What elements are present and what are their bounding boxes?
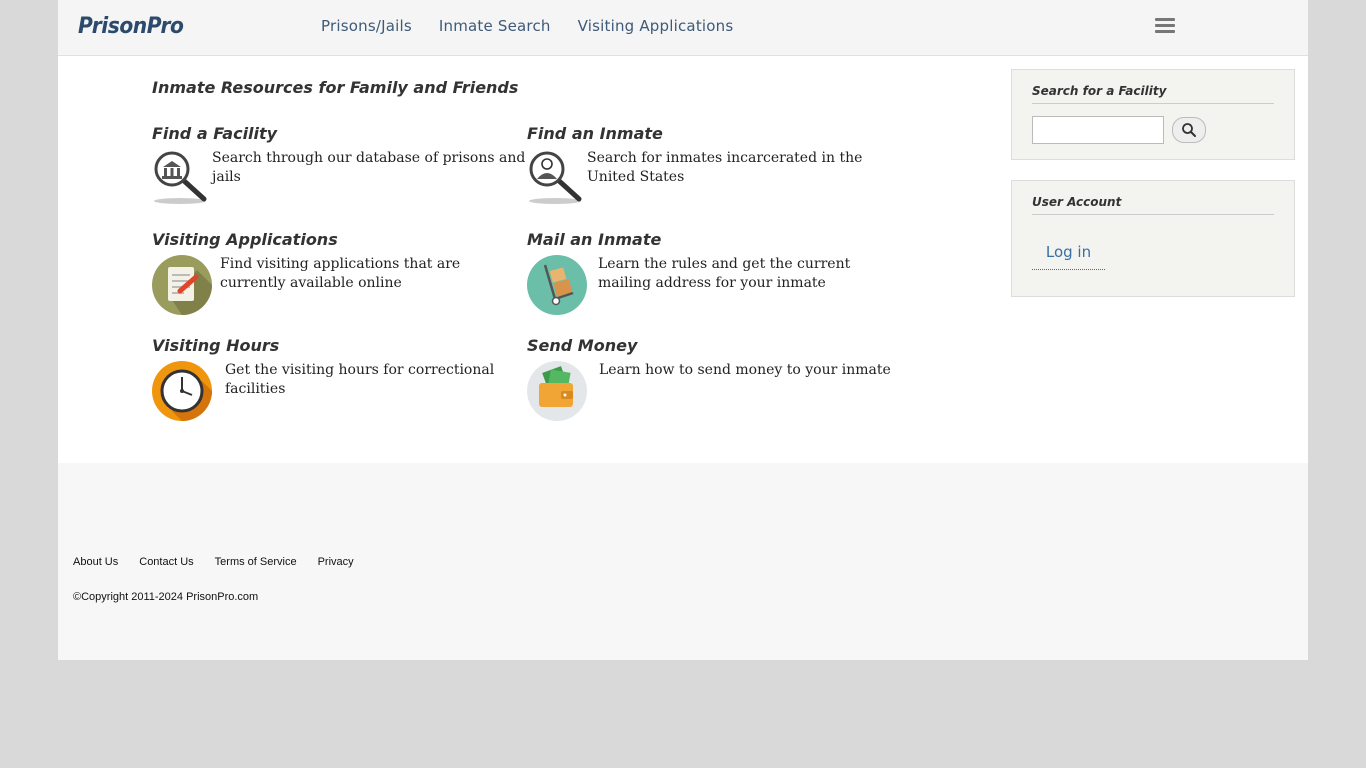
resource-desc: Learn the rules and get the current mail… (598, 256, 851, 291)
nav-inmate-search[interactable]: Inmate Search (439, 17, 551, 35)
site-logo[interactable]: PrisonPro (78, 14, 184, 39)
footer-contact-us[interactable]: Contact Us (139, 556, 193, 568)
account-panel-title: User Account (1032, 181, 1274, 215)
nav-visiting-applications[interactable]: Visiting Applications (578, 17, 734, 35)
search-icon (1182, 123, 1196, 137)
application-form-icon[interactable] (152, 255, 212, 315)
search-button[interactable] (1172, 117, 1206, 143)
page-container: PrisonPro Prisons/Jails Inmate Search Vi… (58, 0, 1308, 660)
copyright: ©Copyright 2011-2024 PrisonPro.com (73, 591, 259, 603)
inmate-magnifier-icon[interactable] (527, 149, 587, 209)
user-account-panel: User Account Log in (1011, 180, 1295, 297)
footer-about-us[interactable]: About Us (73, 556, 118, 568)
resource-title[interactable]: Find a Facility (152, 124, 527, 143)
facility-magnifier-icon[interactable] (152, 149, 212, 209)
resource-title[interactable]: Visiting Hours (152, 336, 527, 355)
footer-privacy[interactable]: Privacy (318, 556, 354, 568)
resource-visiting-applications: Visiting Applications Find visiting appl… (152, 230, 527, 315)
resource-title[interactable]: Find an Inmate (527, 124, 902, 143)
resource-desc: Search for inmates incarcerated in the U… (587, 150, 863, 185)
footer-links: About Us Contact Us Terms of Service Pri… (73, 556, 354, 568)
hamburger-menu-icon[interactable] (1155, 18, 1175, 34)
resource-send-money: Send Money Learn how to send money to yo… (527, 336, 902, 421)
nav-prisons-jails[interactable]: Prisons/Jails (321, 17, 412, 35)
wallet-money-icon[interactable] (527, 361, 587, 421)
resource-desc: Learn how to send money to your inmate (599, 362, 891, 378)
clock-icon[interactable] (152, 361, 212, 421)
resource-find-inmate: Find an Inmate Search for inmates incarc… (527, 124, 902, 209)
page-title: Inmate Resources for Family and Friends (152, 78, 519, 97)
hand-truck-mail-icon[interactable] (527, 255, 587, 315)
footer-terms[interactable]: Terms of Service (215, 556, 297, 568)
resource-visiting-hours: Visiting Hours Get the visiting hours fo… (152, 336, 527, 421)
resource-find-facility: Find a Facility Search through our datab… (152, 124, 527, 209)
resource-desc: Find visiting applications that are curr… (220, 256, 461, 291)
facility-search-input[interactable] (1032, 116, 1164, 144)
site-header: PrisonPro Prisons/Jails Inmate Search Vi… (58, 0, 1308, 56)
resource-title[interactable]: Send Money (527, 336, 902, 355)
resource-title[interactable]: Visiting Applications (152, 230, 527, 249)
resource-mail-inmate: Mail an Inmate Learn the rules and get t… (527, 230, 902, 315)
login-link[interactable]: Log in (1032, 243, 1105, 270)
resource-desc: Search through our database of prisons a… (212, 150, 526, 185)
resource-title[interactable]: Mail an Inmate (527, 230, 902, 249)
main-nav: Prisons/Jails Inmate Search Visiting App… (321, 17, 733, 35)
search-panel-title: Search for a Facility (1032, 70, 1274, 104)
facility-search-panel: Search for a Facility (1011, 69, 1295, 160)
resource-desc: Get the visiting hours for correctional … (225, 362, 495, 397)
site-footer: About Us Contact Us Terms of Service Pri… (58, 463, 1308, 660)
